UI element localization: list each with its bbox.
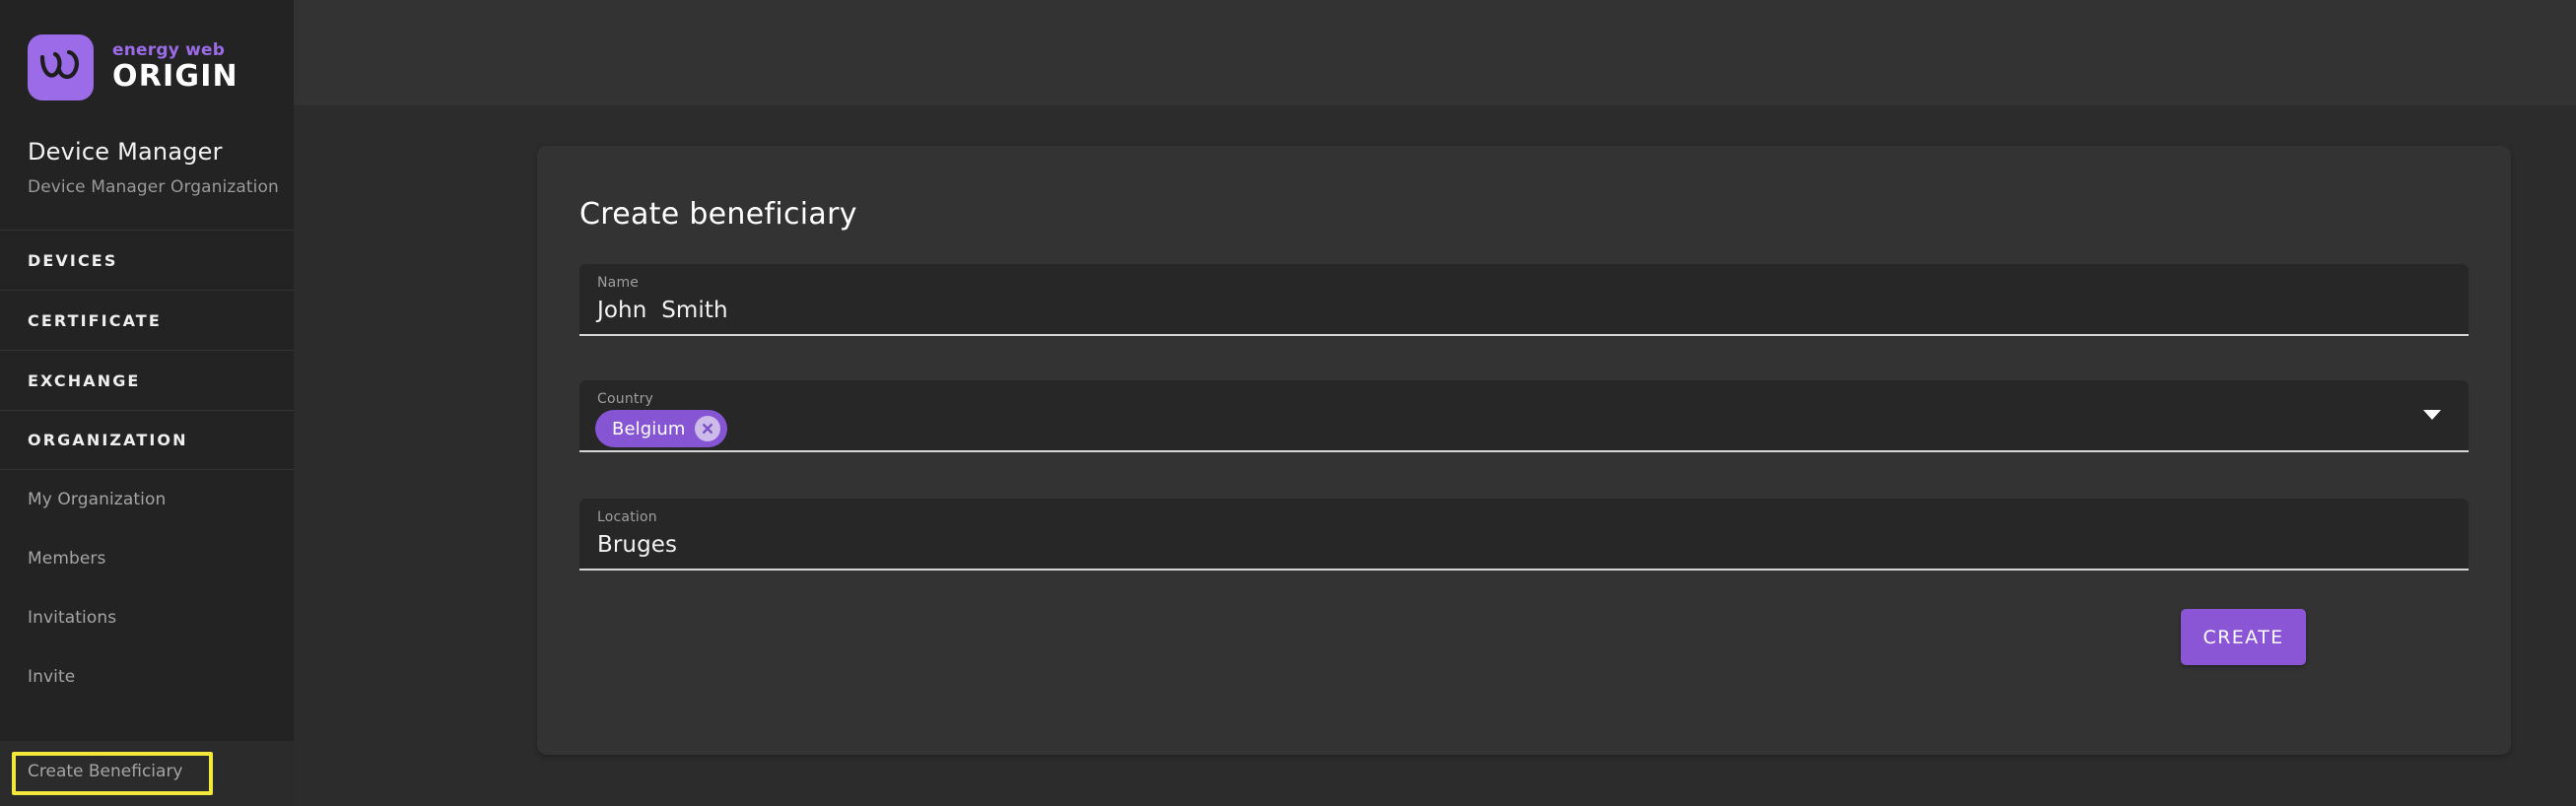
country-chip-label: Belgium — [612, 418, 686, 439]
organization-identity: Device Manager Device Manager Organizati… — [0, 97, 294, 197]
sidebar-nav: DEVICES CERTIFICATE EXCHANGE ORGANIZATIO… — [0, 230, 294, 706]
location-field-label: Location — [597, 509, 657, 525]
sidebar-item-members[interactable]: Members — [0, 529, 294, 588]
sidebar-item-exchange[interactable]: EXCHANGE — [0, 350, 294, 410]
energy-web-w-mark-icon — [28, 34, 94, 101]
sidebar: energy web ORIGIN Device Manager Device … — [0, 0, 294, 806]
sidebar-item-certificate[interactable]: CERTIFICATE — [0, 290, 294, 350]
country-field[interactable]: Country Belgium — [579, 380, 2469, 452]
sidebar-item-organization-label: ORGANIZATION — [28, 431, 188, 449]
sidebar-item-my-organization[interactable]: My Organization — [0, 470, 294, 529]
name-field[interactable]: Name John Smith — [579, 264, 2469, 336]
create-beneficiary-card: Create beneficiary Name John Smith Count… — [537, 146, 2511, 755]
app-root: energy web ORIGIN Device Manager Device … — [0, 0, 2576, 806]
close-circle-icon[interactable] — [694, 416, 720, 441]
sidebar-item-devices-label: DEVICES — [28, 250, 118, 270]
organization-title: Device Manager — [28, 138, 223, 166]
country-field-label: Country — [597, 391, 654, 407]
create-button[interactable]: CREATE — [2181, 609, 2306, 665]
content-area: Create beneficiary Name John Smith Count… — [294, 106, 2576, 806]
brand-logo-bottom: ORIGIN — [112, 59, 238, 94]
sidebar-item-invitations[interactable]: Invitations — [0, 588, 294, 647]
sidebar-item-my-organization-label: My Organization — [28, 490, 167, 509]
brand-logo-top: energy web — [112, 40, 226, 60]
location-field[interactable]: Location Bruges — [579, 499, 2469, 571]
main-region: Create beneficiary Name John Smith Count… — [294, 0, 2576, 806]
sidebar-item-organization[interactable]: ORGANIZATION — [0, 410, 294, 470]
sidebar-item-create-beneficiary-label: Create Beneficiary — [28, 762, 183, 781]
sidebar-item-invite[interactable]: Invite — [0, 647, 294, 706]
chevron-down-icon[interactable] — [2423, 410, 2441, 420]
brand-logo[interactable]: energy web ORIGIN — [0, 0, 294, 101]
sidebar-item-exchange-label: EXCHANGE — [28, 370, 141, 390]
sidebar-item-members-label: Members — [28, 549, 106, 569]
name-field-label: Name — [597, 275, 640, 291]
sidebar-item-devices[interactable]: DEVICES — [0, 230, 294, 290]
top-bar — [294, 0, 2576, 106]
page-title: Create beneficiary — [579, 197, 857, 232]
organization-subtitle: Device Manager Organization — [28, 177, 279, 197]
country-chip-belgium[interactable]: Belgium — [595, 410, 727, 447]
sidebar-item-invite-label: Invite — [28, 667, 76, 687]
location-input[interactable]: Bruges — [597, 532, 677, 558]
name-input[interactable]: John Smith — [597, 298, 728, 323]
sidebar-item-invitations-label: Invitations — [28, 608, 117, 628]
brand-wordmark: energy web ORIGIN — [112, 42, 238, 92]
sidebar-item-certificate-label: CERTIFICATE — [28, 310, 162, 330]
